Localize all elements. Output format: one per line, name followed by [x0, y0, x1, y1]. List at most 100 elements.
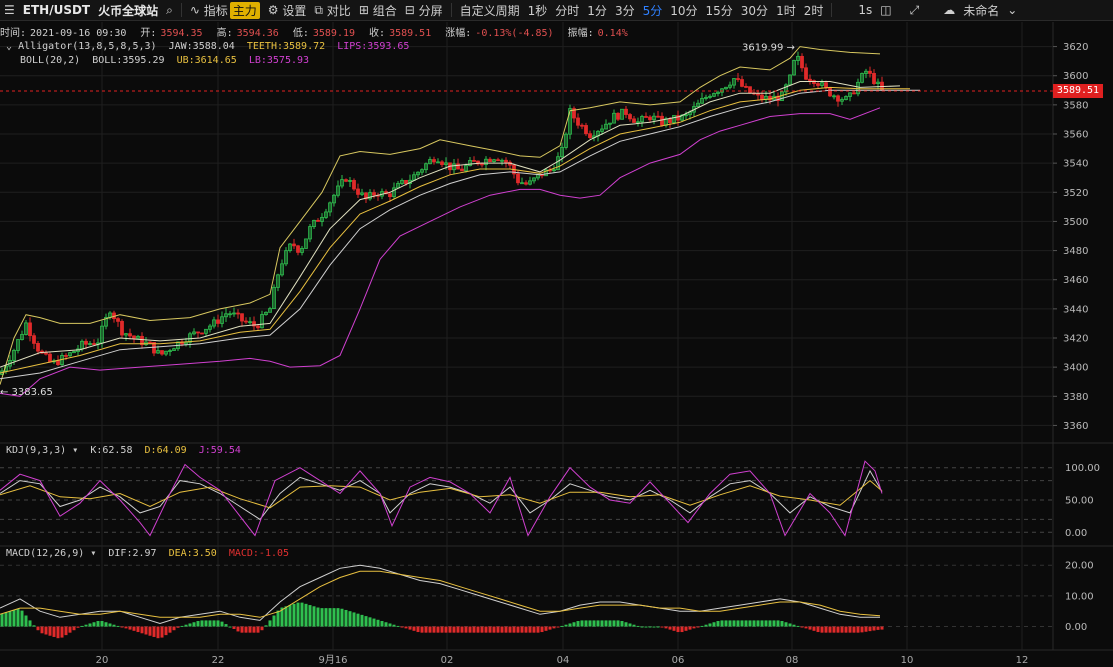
macd-histogram-bar [220, 621, 224, 627]
collapse-icon[interactable]: ⌄ [6, 41, 12, 52]
macd-histogram-bar [540, 626, 544, 633]
macd-histogram-bar [676, 626, 680, 633]
macd-histogram-bar [8, 611, 12, 627]
macd-histogram-bar [764, 620, 768, 627]
macd-histogram-bar [432, 626, 436, 633]
alligator-lips: LIPS:3593.65 [337, 41, 410, 52]
macd-histogram-bar [28, 620, 32, 627]
macd-histogram-bar [292, 603, 296, 627]
macd-histogram-bar [44, 626, 48, 635]
macd-histogram-bar [344, 609, 348, 627]
macd-histogram-bar [628, 623, 632, 627]
macd-histogram-bar [108, 623, 112, 627]
macd-histogram-bar [660, 626, 664, 628]
x-tick-label: 9月16 [318, 654, 347, 666]
macd-histogram-bar [872, 626, 876, 631]
candle-body [48, 353, 52, 363]
macd-histogram-bar [516, 626, 520, 633]
macd-histogram-bar [756, 620, 760, 627]
macd-histogram-bar [852, 626, 856, 633]
macd-histogram-bar [16, 608, 20, 627]
y-tick-label: 3520 [1063, 188, 1088, 199]
macd-histogram-bar [388, 623, 392, 627]
candle-body [256, 325, 260, 329]
macd-histogram-bar [484, 626, 488, 633]
macd-histogram-bar [36, 626, 40, 631]
macd-histogram-bar [180, 625, 184, 627]
macd-histogram-bar [368, 617, 372, 627]
kdj-legend[interactable]: KDJ(9,3,3) ▾ K:62.58 D:64.09 J:59.54 [6, 445, 241, 456]
change-label: 涨幅: [445, 28, 472, 39]
macd-histogram-bar [620, 621, 624, 627]
macd-histogram-bar [228, 626, 232, 628]
kdj-d-line [0, 479, 883, 509]
macd-histogram-bar [812, 626, 816, 631]
macd-histogram-bar [444, 626, 448, 633]
candle-body [64, 355, 68, 357]
macd-histogram-bar [72, 626, 76, 631]
y-tick-label: 3400 [1063, 363, 1088, 374]
boll-mid: BOLL:3595.29 [92, 55, 165, 66]
macd-histogram-bar [464, 626, 468, 633]
macd-histogram-bar [820, 626, 824, 633]
macd-histogram-bar [544, 626, 548, 631]
low-value: 3589.19 [312, 28, 356, 39]
boll-legend[interactable]: BOLL(20,2) BOLL:3595.29 UB:3614.65 LB:35… [20, 55, 309, 66]
candle-body [800, 55, 804, 69]
candle-body [808, 78, 812, 82]
macd-histogram-bar [396, 625, 400, 627]
candle-body [388, 193, 392, 198]
alligator-legend[interactable]: ⌄ Alligator(13,8,5,8,5,3) JAW:3588.04 TE… [6, 41, 409, 52]
macd-histogram-bar [112, 624, 116, 627]
macd-histogram-bar [276, 610, 280, 627]
candle-body [472, 160, 476, 162]
chart-canvas[interactable]: 20 22 9月16 02 04 06 08 10 12 3360 3380 3400 3420 3440… [0, 0, 1113, 667]
kdj-collapse-icon[interactable]: ▾ [72, 445, 78, 456]
macd-histogram-bar [76, 626, 80, 628]
candle-body [432, 159, 436, 163]
ohlc-infobar: 时间: 2021-09-16 09:30 开: 3594.35 高: 3594.36 … [0, 24, 636, 39]
macd-legend[interactable]: MACD(12,26,9) ▾ DIF:2.97 DEA:3.50 MACD:-… [6, 548, 289, 559]
candle-body [660, 115, 664, 126]
macd-histogram-bar [92, 622, 96, 627]
macd-histogram-bar [440, 626, 444, 633]
candle-body [460, 168, 464, 172]
macd-histogram-bar [700, 625, 704, 627]
macd-histogram-bar [84, 624, 88, 627]
macd-histogram-bar [288, 605, 292, 627]
macd-histogram-bar [32, 625, 36, 627]
macd-histogram-bar [176, 626, 180, 628]
alligator-lips-line [0, 81, 901, 368]
macd-histogram-bar [104, 622, 108, 627]
macd-histogram-bar [384, 622, 388, 627]
kdj-tick-label: 50.00 [1065, 496, 1094, 507]
macd-histogram-bar [60, 626, 64, 638]
macd-histogram-bar [260, 626, 264, 631]
candle-body [816, 83, 820, 86]
candle-body [296, 245, 300, 253]
alligator-name: Alligator(13,8,5,8,5,3) [18, 41, 157, 52]
macd-histogram-bar [136, 626, 140, 633]
macd-histogram-bar [448, 626, 452, 633]
boll-lb: LB:3575.93 [248, 55, 310, 66]
macd-histogram-bar [152, 626, 156, 637]
close-label: 收: [369, 28, 386, 39]
macd-histogram-bar [328, 608, 332, 627]
macd-histogram-bar [348, 611, 352, 627]
macd-histogram-bar [336, 608, 340, 627]
candle-body [656, 115, 660, 118]
macd-histogram-bar [160, 626, 164, 638]
current-price-tag: 3589.51 [1053, 84, 1103, 98]
macd-histogram-bar [804, 626, 808, 629]
macd-histogram-bar [864, 626, 868, 632]
macd-histogram-bar [204, 620, 208, 627]
candle-body [524, 182, 528, 185]
macd-histogram-bar [828, 626, 832, 633]
macd-histogram-bar [652, 626, 656, 628]
macd-histogram-bar [40, 626, 44, 634]
alligator-teeth-line [0, 86, 910, 374]
macd-histogram-bar [392, 624, 396, 627]
macd-histogram-bar [300, 602, 304, 627]
macd-histogram-bar [372, 618, 376, 627]
macd-collapse-icon[interactable]: ▾ [90, 548, 96, 559]
